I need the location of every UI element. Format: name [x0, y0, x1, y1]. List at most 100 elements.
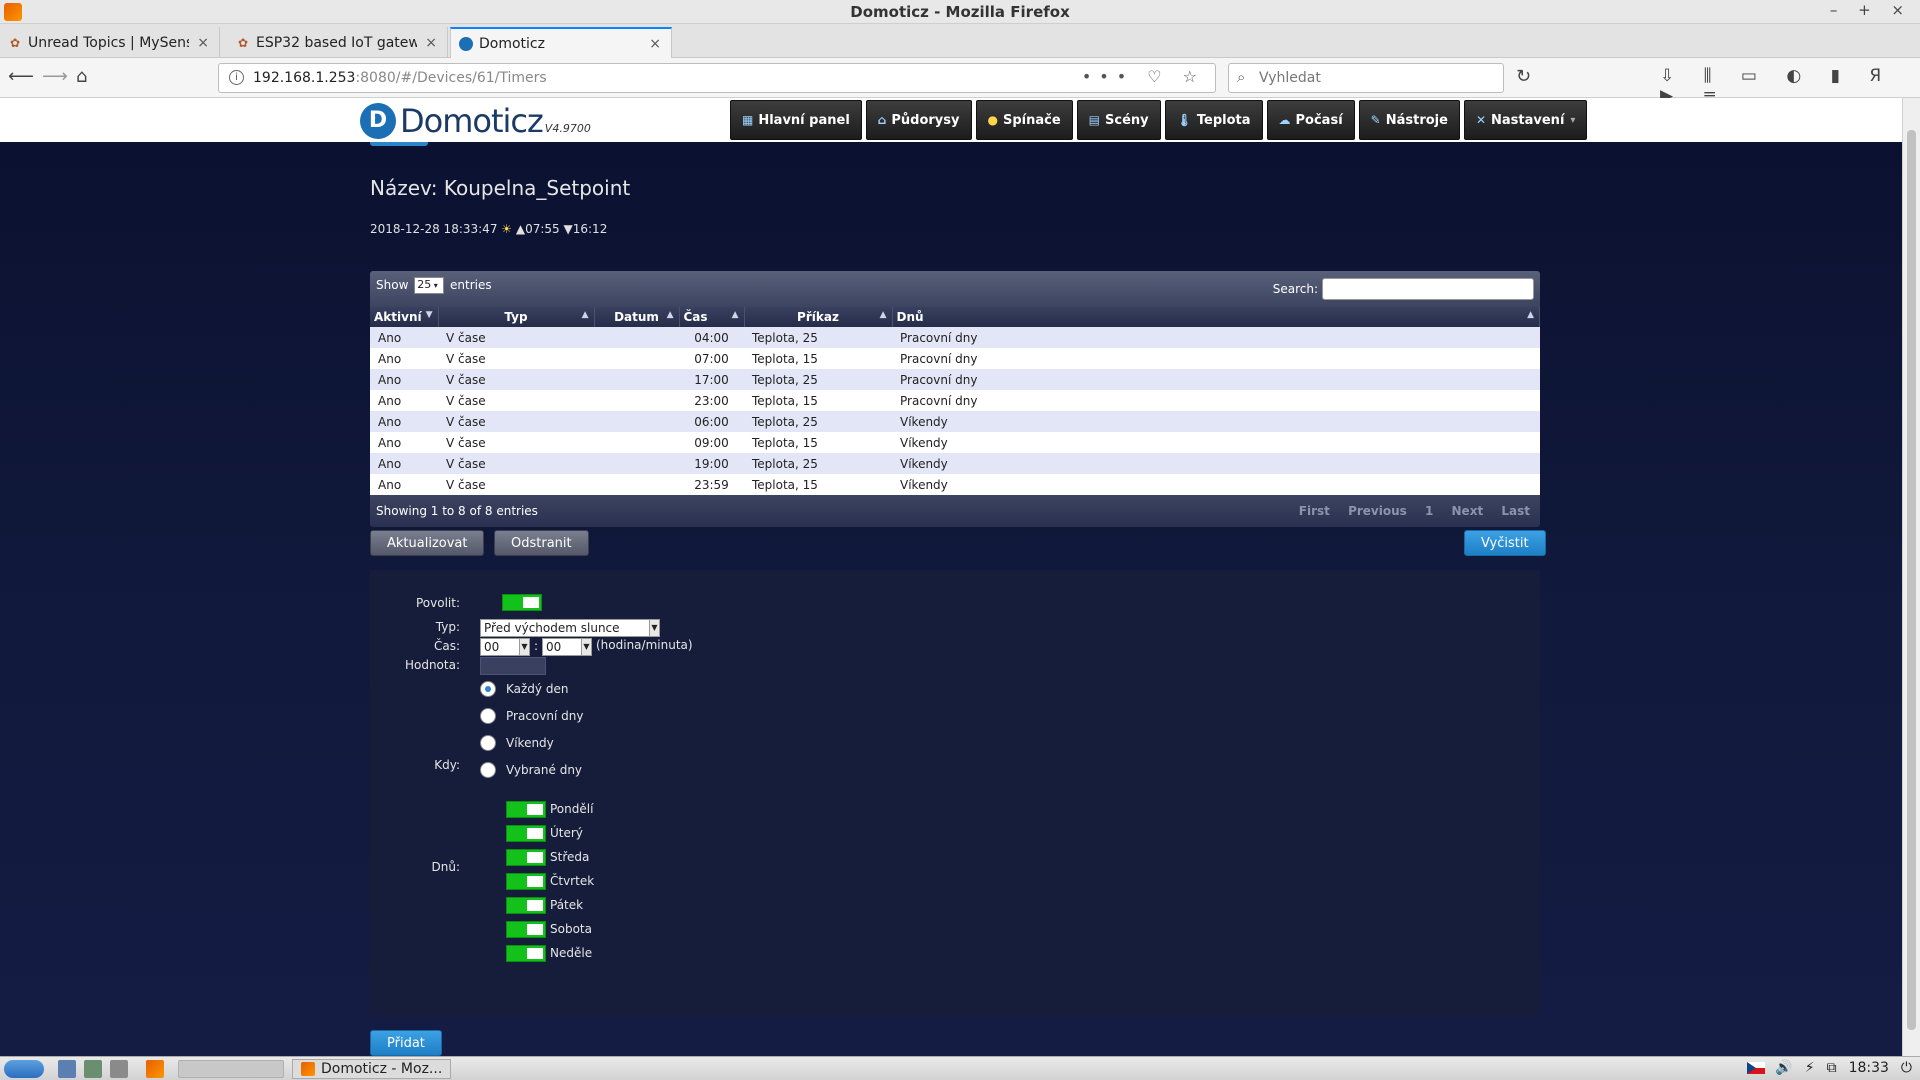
cell-days: Víkendy — [892, 453, 1540, 474]
nav-switches[interactable]: ● Spínače — [975, 100, 1073, 140]
page-first[interactable]: First — [1299, 504, 1330, 518]
table-row[interactable]: Ano V čase 07:00 Teplota, 15 Pracovní dny — [370, 348, 1540, 369]
close-icon[interactable]: × — [649, 36, 661, 52]
table-row[interactable]: Ano V čase 04:00 Teplota, 25 Pracovní dny — [370, 327, 1540, 348]
tab-domoticz[interactable]: Domoticz × — [450, 27, 672, 58]
table-search-input[interactable] — [1322, 278, 1534, 300]
cell-command: Teplota, 25 — [744, 453, 892, 474]
toggle-wednesday[interactable] — [506, 849, 546, 866]
show-desktop-icon[interactable] — [58, 1060, 76, 1078]
nav-weather[interactable]: ☁ Počasí — [1266, 100, 1355, 140]
type-label: Typ: — [435, 620, 460, 634]
toggle-tuesday[interactable] — [506, 825, 546, 842]
table-row[interactable]: Ano V čase 06:00 Teplota, 25 Víkendy — [370, 411, 1540, 432]
add-button[interactable]: Přidat — [370, 1030, 442, 1056]
page-last[interactable]: Last — [1501, 504, 1530, 518]
toggle-friday[interactable] — [506, 897, 546, 914]
terminal-icon[interactable] — [110, 1060, 128, 1078]
delete-button[interactable]: Odstranit — [494, 530, 589, 556]
minute-select[interactable]: 00 ▼ — [542, 638, 592, 656]
col-header-days[interactable]: Dnů ▲ — [892, 307, 1540, 327]
cell-command: Teplota, 15 — [744, 474, 892, 495]
scrollbar-thumb[interactable] — [1907, 130, 1916, 1030]
taskbar-firefox-task[interactable]: Domoticz - Moz... — [292, 1059, 452, 1079]
toggle-sunday[interactable] — [506, 945, 546, 962]
info-icon[interactable]: i — [229, 70, 244, 85]
col-header-date[interactable]: Datum ▲ — [594, 307, 680, 327]
entries-select[interactable]: 25 ▾ — [414, 277, 445, 294]
radio-selected-days[interactable] — [480, 762, 496, 778]
cell-active: Ano — [370, 411, 438, 432]
nav-temperature[interactable]: 🌡 Teplota — [1164, 100, 1263, 140]
back-icon[interactable]: ⟵ — [8, 66, 34, 87]
cell-type: V čase — [438, 348, 594, 369]
page-actions-icons[interactable]: ••• ♡ ☆ — [1082, 67, 1205, 86]
close-icon[interactable]: × — [197, 35, 209, 51]
sort-icon: ▲ — [731, 310, 739, 320]
type-select[interactable]: Před východem slunce ▼ — [480, 619, 660, 637]
forward-icon[interactable]: ⟶ — [42, 66, 68, 87]
table-row[interactable]: Ano V čase 23:59 Teplota, 15 Víkendy — [370, 474, 1540, 495]
volume-icon[interactable]: 🔊 — [1775, 1060, 1792, 1076]
clock[interactable]: 18:33 — [1849, 1060, 1889, 1076]
cell-date — [594, 474, 679, 495]
nav-floorplans[interactable]: ⌂ Půdorysy — [865, 100, 972, 140]
nav-scenes[interactable]: ▤ Scény — [1076, 100, 1161, 140]
toggle-monday[interactable] — [506, 801, 546, 818]
table-row[interactable]: Ano V čase 17:00 Teplota, 25 Pracovní dny — [370, 369, 1540, 390]
col-header-type[interactable]: Typ ▲ — [438, 307, 595, 327]
toggle-saturday[interactable] — [506, 921, 546, 938]
page-previous[interactable]: Previous — [1348, 504, 1407, 518]
update-button[interactable]: Aktualizovat — [370, 530, 485, 556]
page-number[interactable]: 1 — [1425, 504, 1433, 518]
domoticz-logo[interactable]: D Domoticz V4.9700 — [360, 102, 591, 140]
table-row[interactable]: Ano V čase 19:00 Teplota, 25 Víkendy — [370, 453, 1540, 474]
type-value: Před východem slunce — [484, 621, 620, 635]
hour-select[interactable]: 00 ▼ — [480, 638, 530, 656]
nav-dashboard[interactable]: ▦ Hlavní panel — [730, 100, 862, 140]
tab-mysensors[interactable]: ✿ Unread Topics | MySenso × — [0, 27, 220, 58]
nav-utility[interactable]: ✎ Nástroje — [1358, 100, 1460, 140]
current-datetime: 2018-12-28 18:33:47 — [370, 222, 498, 236]
enable-toggle[interactable] — [502, 594, 542, 611]
col-header-command[interactable]: Příkaz ▲ — [744, 307, 893, 327]
radio-weekends[interactable] — [480, 735, 496, 751]
page-scrollbar[interactable] — [1902, 98, 1920, 1056]
workspace-switcher[interactable] — [178, 1060, 284, 1078]
col-header-time[interactable]: Čas ▲ — [679, 307, 745, 327]
url-bar[interactable]: i 192.168.1.253:8080/#/Devices/61/Timers… — [218, 63, 1216, 93]
network-icon[interactable]: ⧉ — [1827, 1060, 1837, 1076]
toggle-thursday[interactable] — [506, 873, 546, 890]
shutdown-icon[interactable]: ⏻ — [1901, 1060, 1912, 1076]
home-icon[interactable]: ⌂ — [76, 66, 87, 87]
col-label: Typ — [504, 310, 528, 324]
url-text[interactable]: 192.168.1.253:8080/#/Devices/61/Timers — [253, 70, 547, 86]
radio-every-day[interactable] — [480, 681, 496, 697]
browser-search-bar[interactable]: ⌕ Vyhledat — [1228, 63, 1504, 93]
czech-flag-icon[interactable] — [1747, 1062, 1766, 1074]
value-input[interactable] — [480, 657, 546, 675]
nav-settings[interactable]: ✕ Nastavení ▾ — [1463, 100, 1588, 140]
col-label: Aktivní — [374, 310, 422, 324]
sunset-time: ▼16:12 — [563, 222, 608, 236]
back-button-stub[interactable] — [370, 142, 428, 146]
pagination: First Previous 1 Next Last — [1285, 504, 1530, 518]
scenes-icon: ▤ — [1088, 113, 1101, 127]
table-row[interactable]: Ano V čase 09:00 Teplota, 15 Víkendy — [370, 432, 1540, 453]
firefox-icon — [301, 1062, 315, 1076]
reload-icon[interactable]: ↻ — [1516, 66, 1531, 87]
page-next[interactable]: Next — [1452, 504, 1484, 518]
col-header-active[interactable]: Aktivní ▼ — [370, 307, 439, 327]
entries-value: 25 — [417, 278, 432, 291]
file-manager-icon[interactable] — [84, 1060, 102, 1078]
close-icon[interactable]: × — [425, 35, 437, 51]
tab-esp32[interactable]: ✿ ESP32 based IoT gatewa × — [228, 27, 448, 58]
start-menu-icon[interactable] — [4, 1060, 44, 1078]
radio-workdays[interactable] — [480, 708, 496, 724]
table-row[interactable]: Ano V čase 23:00 Teplota, 15 Pracovní dny — [370, 390, 1540, 411]
firefox-launcher-icon[interactable] — [146, 1060, 164, 1078]
window-controls[interactable]: – + × — [1830, 1, 1912, 19]
power-icon[interactable]: ⚡ — [1805, 1060, 1815, 1076]
clear-button[interactable]: Vyčistit — [1464, 530, 1546, 556]
cell-type: V čase — [438, 432, 594, 453]
